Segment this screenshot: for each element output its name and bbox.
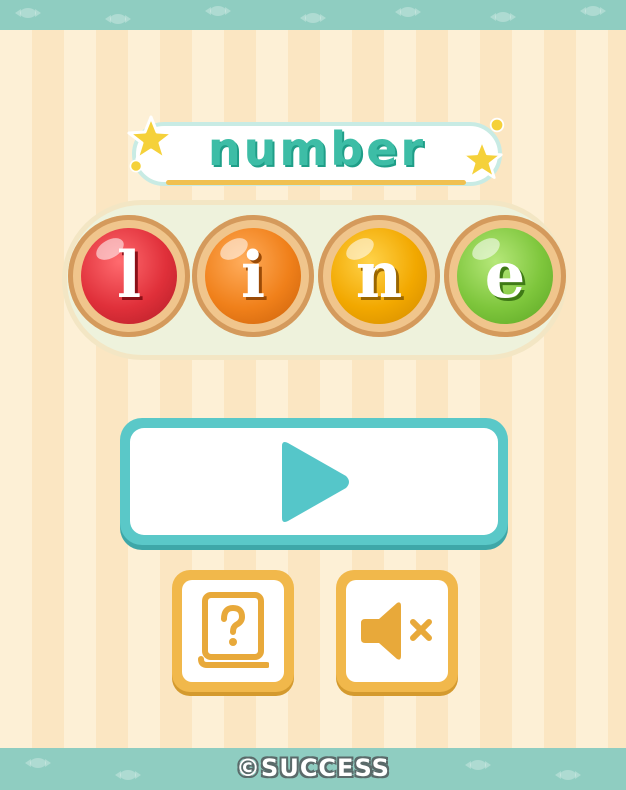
- title-number-text: number: [207, 122, 427, 176]
- title-letter-ball-l: l: [68, 215, 190, 337]
- letter-text: l: [116, 238, 142, 313]
- candy-icon: [15, 8, 41, 18]
- top-decorative-band: [0, 0, 626, 30]
- title-letter-ball-n: n: [318, 215, 440, 337]
- title-logo-number: number: [122, 110, 512, 194]
- star-icon: [127, 115, 175, 161]
- letter-ball: i: [205, 228, 301, 324]
- candy-icon: [490, 12, 516, 22]
- letter-text: n: [355, 238, 403, 313]
- copyright-text: ©SUCCESS: [236, 754, 390, 782]
- help-button[interactable]: [172, 570, 294, 692]
- candy-icon: [300, 13, 326, 23]
- candy-icon: [205, 6, 231, 16]
- letter-text: i: [240, 238, 266, 313]
- letter-ball: e: [457, 228, 553, 324]
- letter-text: e: [484, 238, 526, 313]
- letter-ball: n: [331, 228, 427, 324]
- title-letter-ball-i: i: [192, 215, 314, 337]
- bottom-decorative-band: ©SUCCESS: [0, 748, 626, 790]
- dot-icon: [129, 159, 143, 173]
- candy-icon: [580, 6, 606, 16]
- title-underline: [166, 180, 466, 185]
- star-icon: [461, 139, 503, 179]
- dot-icon: [489, 117, 505, 133]
- play-icon: [282, 441, 349, 522]
- sound-mute-button[interactable]: [336, 570, 458, 692]
- speaker-muted-icon: [361, 602, 432, 660]
- candy-icon: [395, 7, 421, 17]
- sound-button-face[interactable]: [346, 580, 448, 682]
- title-letter-ball-e: e: [444, 215, 566, 337]
- help-button-face[interactable]: [182, 580, 284, 682]
- candy-icon: [105, 14, 131, 24]
- help-book-icon: [198, 592, 269, 668]
- letter-ball: l: [81, 228, 177, 324]
- play-button[interactable]: [120, 418, 508, 545]
- play-button-face[interactable]: [130, 428, 498, 535]
